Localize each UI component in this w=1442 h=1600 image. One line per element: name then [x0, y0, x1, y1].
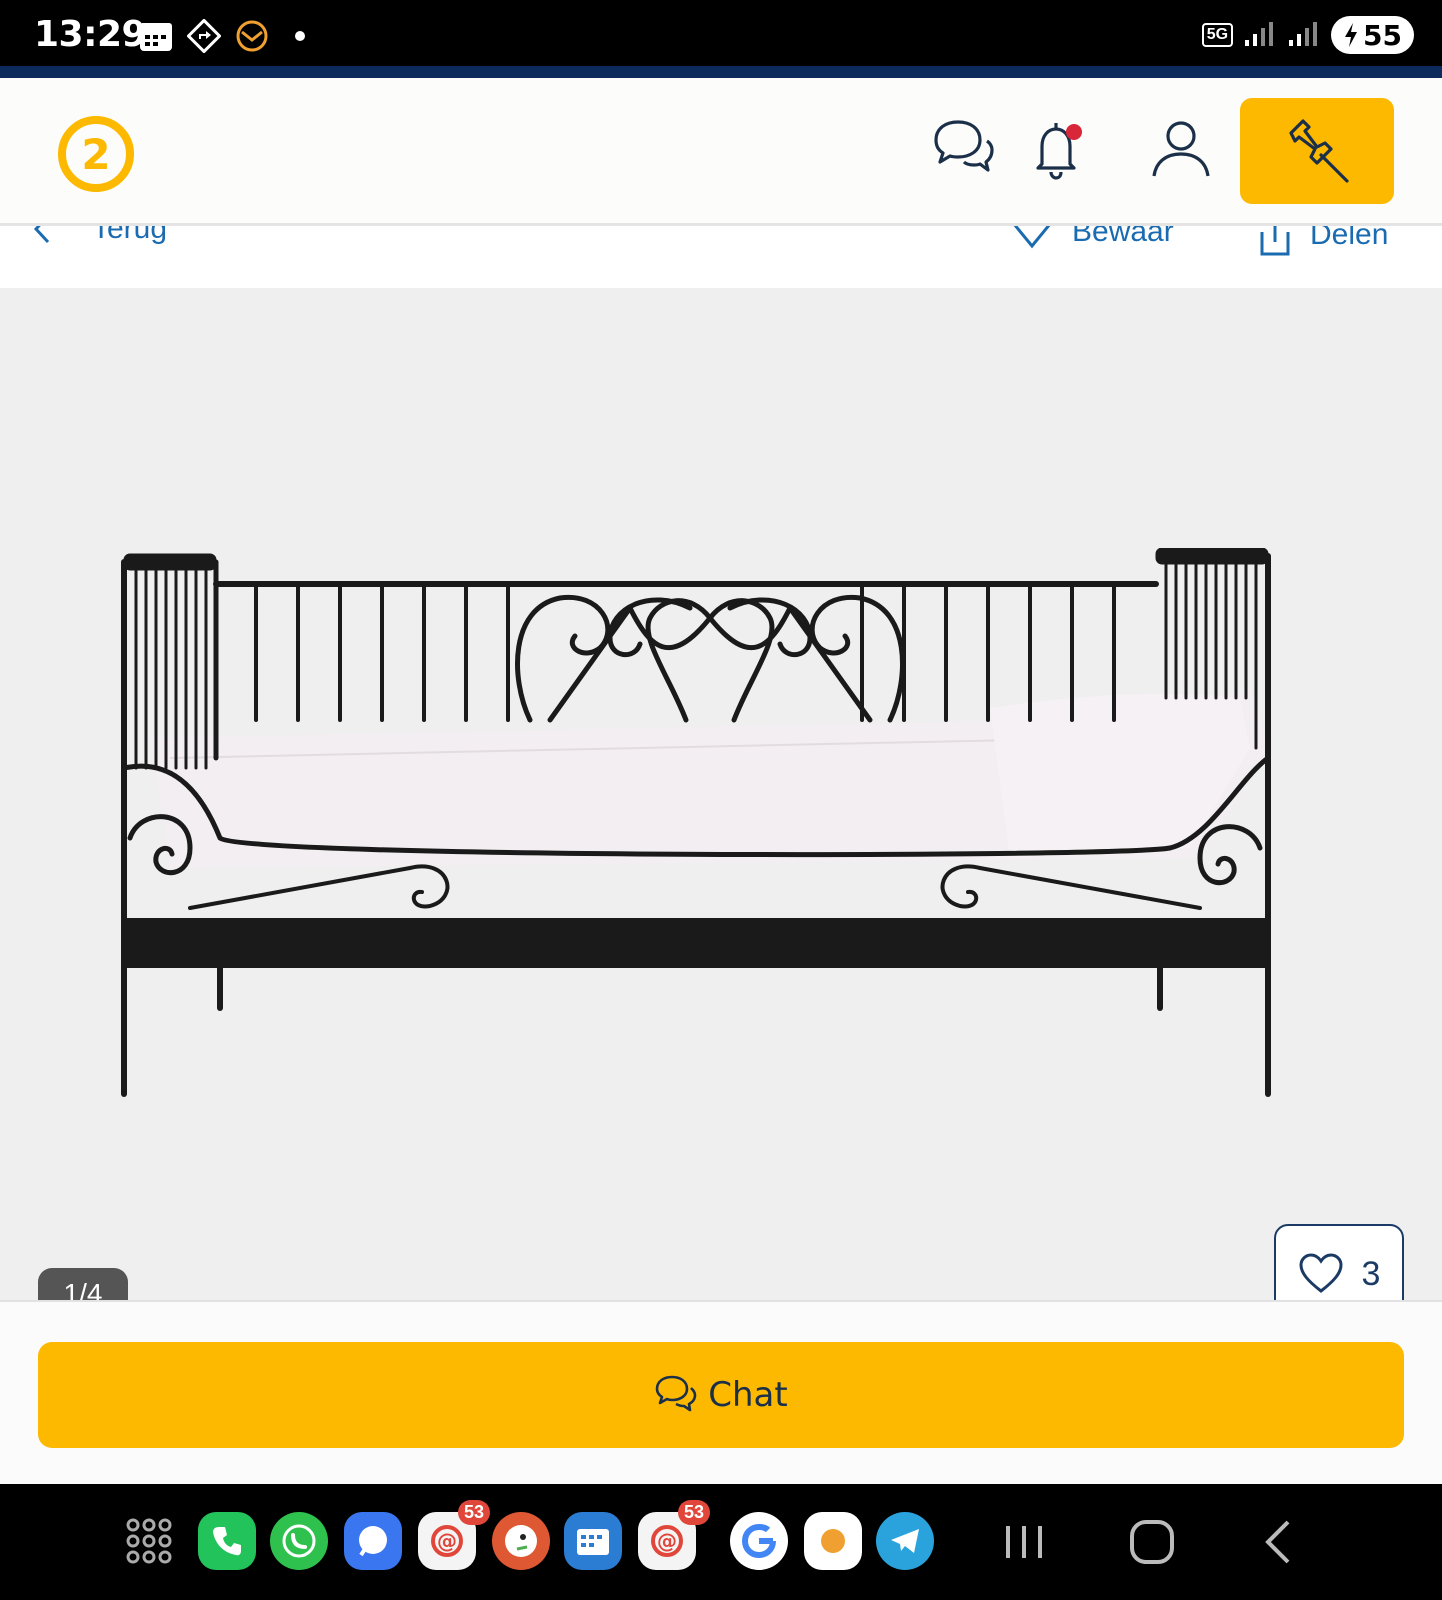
save-link[interactable]: Bewaar — [1010, 226, 1174, 252]
cta-bar: Chat — [0, 1300, 1442, 1484]
system-nav-bar: @ 53 @ 53 — [0, 1484, 1442, 1600]
logo[interactable]: 2 — [56, 114, 136, 194]
mail-badge-2: 53 — [677, 1500, 710, 1525]
status-right: 5G 55 — [1201, 16, 1414, 54]
mail-app-icon-1[interactable]: @ 53 — [418, 1500, 490, 1570]
share-icon — [1260, 226, 1290, 256]
recent-apps-icon[interactable] — [996, 1514, 1052, 1570]
chat-label: Chat — [708, 1375, 788, 1415]
google-app-icon[interactable] — [730, 1512, 788, 1570]
phone-app-icon[interactable] — [198, 1512, 256, 1570]
notification-dot-icon — [282, 18, 318, 54]
heart-icon — [1299, 1253, 1343, 1293]
daybed-image — [121, 548, 1271, 1097]
notifications-bell-icon[interactable] — [1028, 116, 1094, 182]
app-header: 2 — [0, 78, 1442, 226]
status-bar: 13:29 5G 55 — [0, 0, 1442, 66]
listing-subnav: Terug Bewaar Delen — [0, 226, 1442, 288]
chevron-left-icon — [33, 226, 50, 244]
duckduckgo-app-icon[interactable] — [492, 1512, 550, 1570]
battery-indicator: 55 — [1331, 16, 1414, 54]
chat-icon — [655, 1375, 697, 1412]
chat-button[interactable]: Chat — [38, 1342, 1404, 1448]
home-button-icon[interactable] — [1124, 1514, 1180, 1570]
marktplaats-app-icon[interactable] — [804, 1512, 862, 1570]
share-label: Delen — [1310, 226, 1389, 251]
status-time: 13:29 — [34, 14, 147, 55]
account-icon[interactable] — [1148, 116, 1214, 182]
mail-app-icon-2[interactable]: @ 53 — [638, 1500, 710, 1570]
status-notification-icons — [138, 18, 318, 54]
app-drawer-icon[interactable] — [120, 1512, 178, 1570]
calendar-icon — [138, 18, 174, 54]
save-label: Bewaar — [1072, 226, 1174, 248]
favorite-button[interactable]: 3 — [1274, 1224, 1404, 1300]
charging-icon — [1345, 23, 1358, 47]
back-link[interactable]: Terug — [30, 226, 167, 246]
calendar-app-icon[interactable] — [564, 1512, 622, 1570]
back-label: Terug — [92, 226, 168, 245]
svg-text:@: @ — [657, 1529, 677, 1553]
favorite-count: 3 — [1361, 1254, 1381, 1293]
messages-icon[interactable] — [930, 116, 996, 182]
pin-icon — [1289, 119, 1349, 183]
svg-text:2: 2 — [81, 130, 110, 179]
battery-level: 55 — [1363, 18, 1402, 52]
telegram-app-icon[interactable] — [876, 1512, 934, 1570]
image-gallery[interactable]: 1/4 3 — [0, 288, 1442, 1300]
image-counter: 1/4 — [38, 1268, 128, 1300]
place-ad-button[interactable] — [1240, 98, 1394, 204]
back-button-icon[interactable] — [1250, 1514, 1306, 1570]
share-link[interactable]: Delen — [1258, 226, 1388, 258]
signal-icon — [1243, 18, 1277, 53]
svg-text:@: @ — [437, 1529, 457, 1553]
signal-icon-2 — [1287, 18, 1321, 53]
mail-app-icon — [234, 18, 270, 54]
directions-icon — [186, 18, 222, 54]
heart-outline-icon — [1013, 226, 1051, 249]
signal-app-icon[interactable] — [344, 1512, 402, 1570]
mail-badge-1: 53 — [457, 1500, 490, 1525]
network-5g-icon: 5G — [1201, 23, 1234, 47]
whatsapp-app-icon[interactable] — [270, 1512, 328, 1570]
browser-accent-strip — [0, 66, 1442, 78]
